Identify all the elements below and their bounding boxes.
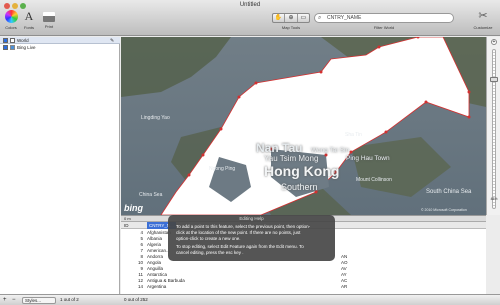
vertex-marker[interactable]: [254, 81, 258, 85]
vertex-marker[interactable]: [467, 90, 471, 94]
layer-visibility-checkbox[interactable]: [3, 45, 8, 50]
filter-caption: Filter World: [314, 25, 454, 30]
layer-count-status: 1 out of 2: [60, 297, 79, 302]
filter-search-field[interactable]: ⌕ CNTRY_NAME: [314, 13, 454, 23]
search-icon: ⌕: [318, 15, 322, 21]
vertex-marker[interactable]: [201, 153, 205, 157]
zoom-thumb[interactable]: [490, 77, 498, 82]
search-field-text: CNTRY_NAME: [327, 15, 362, 21]
table-row[interactable]: 14 Argentina AR: [121, 284, 486, 290]
map-tools-label: Map Tools: [281, 25, 301, 30]
map-place-label: South China Sea: [426, 189, 472, 195]
tooltip-text-line: To add a point to this feature, select t…: [176, 224, 311, 229]
zoom-track[interactable]: [492, 49, 496, 209]
pan-tool-icon[interactable]: ✋: [273, 14, 286, 22]
zoom-percent: 48%: [490, 197, 498, 201]
tooltip-title: Editing Help: [239, 216, 264, 221]
remove-layer-button[interactable]: −: [12, 295, 16, 305]
add-layer-button[interactable]: +: [3, 295, 7, 305]
layer-visibility-checkbox[interactable]: [3, 38, 8, 43]
layer-label: Bing Live: [17, 45, 36, 50]
select-tool-icon[interactable]: ▭: [298, 14, 309, 22]
map-place-label: Hong Kong: [264, 163, 340, 179]
vertex-marker[interactable]: [319, 70, 323, 74]
vertex-marker[interactable]: [377, 45, 381, 49]
colors-label: Colors: [5, 25, 17, 30]
vertex-marker[interactable]: [237, 95, 241, 99]
map-copyright: © 2010 Microsoft Corporation: [421, 208, 467, 212]
map-place-label: Lingding Yao: [141, 115, 170, 121]
vertex-marker[interactable]: [349, 150, 353, 154]
map-place-label: Ping Hau Town: [346, 155, 390, 162]
vertex-marker[interactable]: [219, 127, 223, 131]
cell-country-code: AR: [341, 284, 348, 289]
filter-world-label: Filter World: [373, 25, 395, 30]
zoom-tool-icon[interactable]: ⊕: [285, 14, 298, 22]
map-place-label: Ngong Ping: [209, 166, 236, 172]
tooltip-text-line: option-click to create a new one.: [176, 235, 241, 241]
layer-label: World: [17, 38, 29, 43]
bing-logo: bing: [124, 203, 143, 213]
layer-edit-checkbox[interactable]: [10, 38, 15, 43]
title-bar: Untitled Colors A Fonts Print ✋ ⊕ ▭ Map …: [0, 0, 500, 36]
layer-item-world[interactable]: World: [3, 37, 29, 44]
tooltip-text-line: cancel editing, press the esc key .: [176, 250, 244, 256]
map-place-label: Wong Tai Sin: [311, 147, 350, 154]
map-tools-caption: Map Tools: [272, 25, 310, 30]
customize-label: Customize: [473, 25, 493, 30]
bottom-status-bar: + − Styles... 1 out of 2 0 out of 252: [0, 294, 500, 305]
colors-button[interactable]: Colors: [3, 10, 19, 30]
map-place-label: Southern: [281, 182, 318, 192]
window-title: Untitled: [239, 2, 261, 8]
fonts-label: Fonts: [23, 25, 34, 30]
fonts-button[interactable]: A Fonts: [22, 9, 36, 31]
map-place-label: Nan Tau: [256, 141, 303, 155]
printer-icon: [43, 12, 55, 22]
record-count-status: 0 out of 252: [124, 297, 148, 302]
editing-help-tooltip: Editing Help To add a point to this feat…: [168, 215, 335, 261]
customize-tools-icon: ✂: [478, 10, 488, 22]
print-label: Print: [44, 24, 54, 29]
map-place-label: Yau Tsim Mong: [264, 154, 319, 163]
layer-sidebar: World ✎ Bing Live: [0, 37, 120, 294]
map-view[interactable]: Lingding Yao Nan Tau Yau Tsim Mong Wong …: [121, 37, 486, 215]
vertex-marker[interactable]: [187, 173, 191, 177]
map-place-label: China Sea: [139, 192, 163, 198]
cell-id: 14: [137, 284, 143, 289]
map-place-label: Mount Collinson: [356, 177, 392, 183]
print-button[interactable]: Print: [42, 10, 56, 29]
bing-layer-icon: [10, 45, 15, 50]
fonts-icon: A: [24, 9, 34, 23]
zoom-slider[interactable]: + 48%: [486, 37, 500, 215]
map-tools-segmented-control[interactable]: ✋ ⊕ ▭: [272, 13, 310, 23]
zoom-in-button[interactable]: +: [491, 39, 497, 45]
styles-button[interactable]: Styles...: [22, 297, 56, 304]
vertex-marker[interactable]: [424, 100, 428, 104]
layer-item-bing-live[interactable]: Bing Live: [3, 44, 36, 51]
map-place-label: Sha Tin: [345, 132, 362, 138]
vertex-marker[interactable]: [384, 130, 388, 134]
app-window: Untitled Colors A Fonts Print ✋ ⊕ ▭ Map …: [0, 0, 500, 305]
vertex-marker[interactable]: [467, 115, 471, 119]
column-header-id[interactable]: ID: [124, 222, 129, 229]
cell-country-name: Argentina: [147, 284, 167, 289]
color-wheel-icon: [4, 10, 18, 23]
pencil-icon[interactable]: ✎: [110, 38, 114, 44]
customize-button[interactable]: ✂ Customize: [470, 10, 496, 30]
